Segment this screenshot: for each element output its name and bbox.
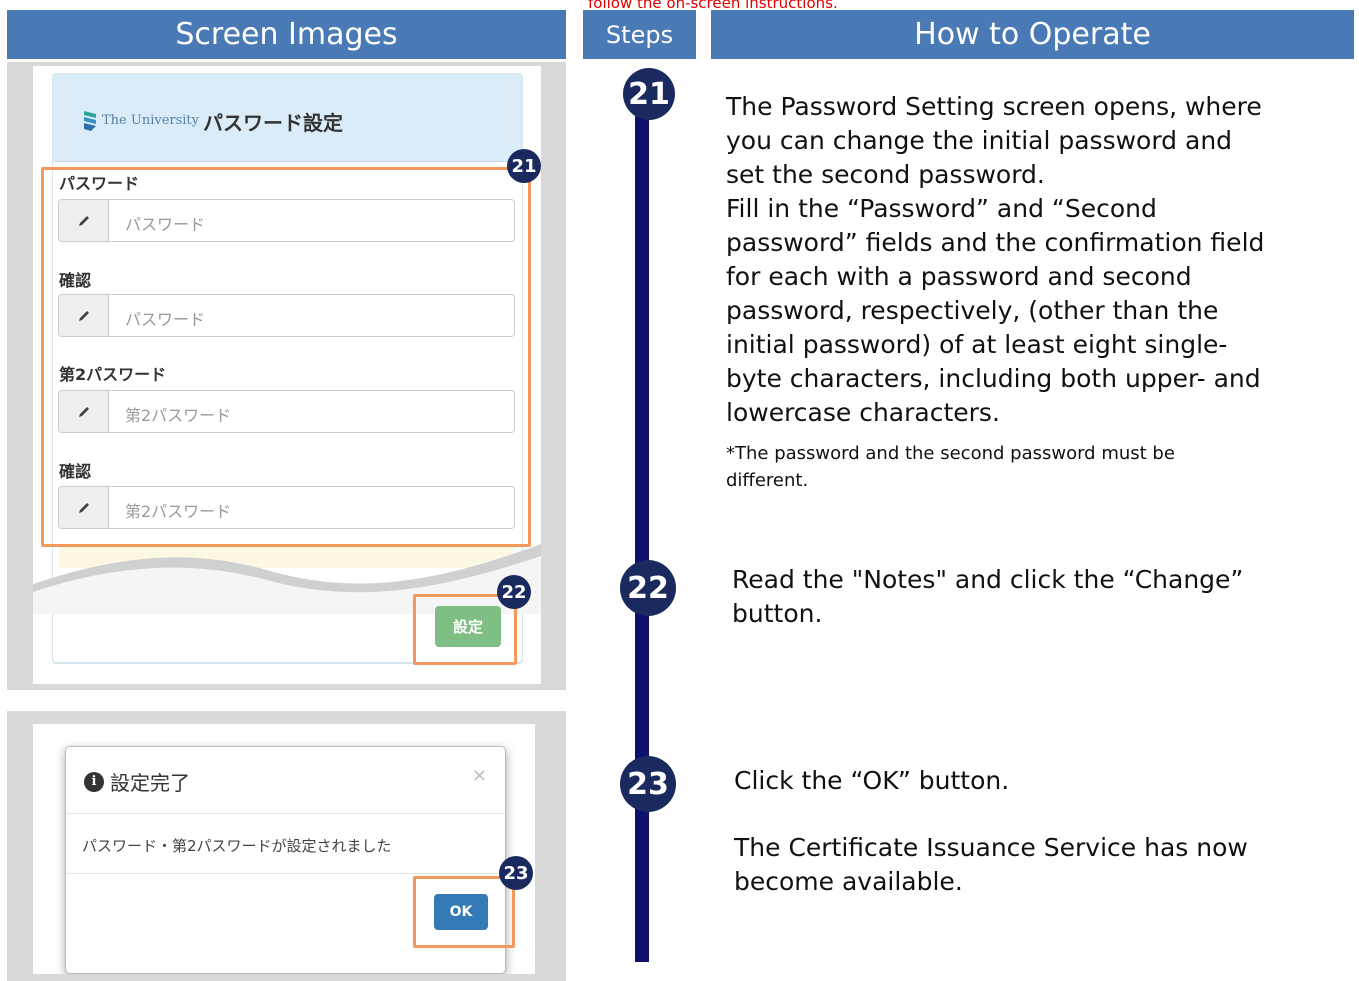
modal-divider-bottom bbox=[66, 873, 505, 874]
screen-images-header: Screen Images bbox=[7, 10, 566, 59]
step21-note-line: different. bbox=[726, 470, 809, 491]
step23-badge-small: 23 bbox=[499, 856, 533, 890]
close-icon[interactable]: × bbox=[472, 765, 487, 786]
step22-badge: 22 bbox=[620, 560, 676, 616]
modal-title: i 設定完了 bbox=[84, 767, 190, 796]
step23-result: The Certificate Issuance Service has now… bbox=[734, 831, 1248, 899]
step22-badge-small: 22 bbox=[497, 575, 531, 609]
step23-result-line: The Certificate Issuance Service has now bbox=[734, 833, 1248, 862]
info-icon: i bbox=[84, 771, 104, 792]
step21-highlight bbox=[41, 167, 531, 547]
step23-instructions: Click the “OK” button. bbox=[734, 766, 1010, 795]
modal-divider-top bbox=[66, 813, 505, 814]
completion-dialog-screenshot: i 設定完了 × パスワード・第2パスワードが設定されました OK 23 bbox=[33, 724, 535, 974]
logo-text: The University bbox=[102, 113, 200, 128]
university-logo-icon bbox=[84, 111, 96, 131]
step23-result-line: become available. bbox=[734, 867, 963, 896]
step21-line: password” fields and the confirmation fi… bbox=[726, 228, 1265, 257]
steps-header: Steps bbox=[583, 10, 696, 59]
step21-line: password, respectively, (other than the bbox=[726, 296, 1219, 325]
step21-line: The Password Setting screen opens, where bbox=[726, 92, 1262, 121]
steps-timeline bbox=[635, 108, 649, 962]
step21-note-line: *The password and the second password mu… bbox=[726, 443, 1175, 464]
page-title: パスワード設定 bbox=[203, 111, 343, 135]
step22-line: button. bbox=[732, 599, 823, 628]
step23-badge: 23 bbox=[620, 756, 676, 812]
modal-message: パスワード・第2パスワードが設定されました bbox=[82, 837, 392, 855]
step21-note: *The password and the second password mu… bbox=[726, 440, 1175, 494]
step21-line: Fill in the “Password” and “Second bbox=[726, 194, 1157, 223]
step21-line: initial password) of at least eight sing… bbox=[726, 330, 1228, 359]
step22-instructions: Read the "Notes" and click the “Change” … bbox=[732, 563, 1243, 631]
modal-title-text: 設定完了 bbox=[110, 771, 190, 795]
step21-line: you can change the initial password and bbox=[726, 126, 1233, 155]
step21-instructions: The Password Setting screen opens, where… bbox=[726, 90, 1264, 430]
how-to-operate-header: How to Operate bbox=[711, 10, 1354, 59]
card-header: The University パスワード設定 bbox=[53, 74, 522, 162]
step21-line: byte characters, including both upper- a… bbox=[726, 364, 1261, 393]
step21-line: set the second password. bbox=[726, 160, 1045, 189]
step21-line: lowercase characters. bbox=[726, 398, 1000, 427]
step21-badge-small: 21 bbox=[507, 149, 541, 183]
step22-highlight bbox=[413, 594, 517, 665]
step21-badge: 21 bbox=[623, 68, 675, 120]
password-setting-screenshot: The University パスワード設定 パスワード パスワード 確認 パス… bbox=[33, 66, 541, 684]
step23-highlight bbox=[413, 876, 515, 948]
step22-line: Read the "Notes" and click the “Change” bbox=[732, 565, 1244, 594]
step21-line: for each with a password and second bbox=[726, 262, 1192, 291]
